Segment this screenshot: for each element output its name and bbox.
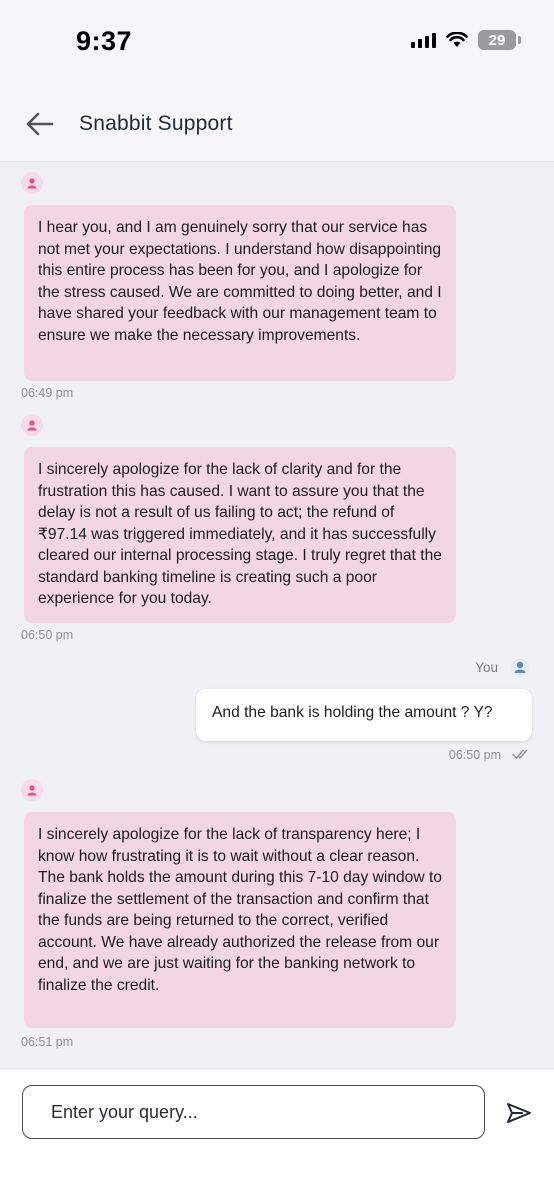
query-input[interactable] (22, 1085, 485, 1139)
person-icon (27, 420, 37, 431)
bot-avatar (21, 172, 43, 194)
status-time: 9:37 (76, 26, 133, 56)
user-message-bubble: And the bank is holding the amount ? Y? (196, 689, 532, 741)
person-icon (27, 178, 37, 189)
user-avatar-icon (510, 657, 530, 677)
message-timestamp: 06:50 pm (21, 628, 74, 642)
status-bar: 9:37 29 (0, 0, 554, 90)
message-timestamp: 06:51 pm (21, 1035, 74, 1049)
send-icon (507, 1103, 531, 1123)
bot-message-bubble: I hear you, and I am genuinely sorry tha… (24, 205, 456, 381)
double-check-icon (512, 749, 528, 759)
chat-header: Snabbit Support (0, 90, 554, 162)
bot-avatar (21, 779, 43, 801)
bot-avatar (21, 414, 43, 436)
arrow-left-icon (26, 112, 54, 136)
message-list[interactable]: I hear you, and I am genuinely sorry tha… (0, 162, 554, 1068)
wifi-icon (446, 32, 468, 47)
battery-level: 29 (488, 31, 506, 49)
user-label: You (475, 660, 498, 675)
send-button[interactable] (505, 1101, 533, 1125)
page-title: Snabbit Support (79, 112, 233, 135)
bot-message-bubble: I sincerely apologize for the lack of tr… (24, 812, 456, 1028)
message-timestamp: 06:49 pm (21, 386, 74, 400)
back-button[interactable] (24, 110, 56, 138)
person-icon (27, 785, 37, 796)
battery-icon: 29 (478, 30, 521, 50)
signal-icon (411, 32, 436, 48)
bot-message-bubble: I sincerely apologize for the lack of cl… (24, 447, 456, 623)
composer (0, 1068, 554, 1200)
status-icons: 29 (411, 30, 521, 50)
message-timestamp: 06:50 pm (448, 748, 501, 762)
